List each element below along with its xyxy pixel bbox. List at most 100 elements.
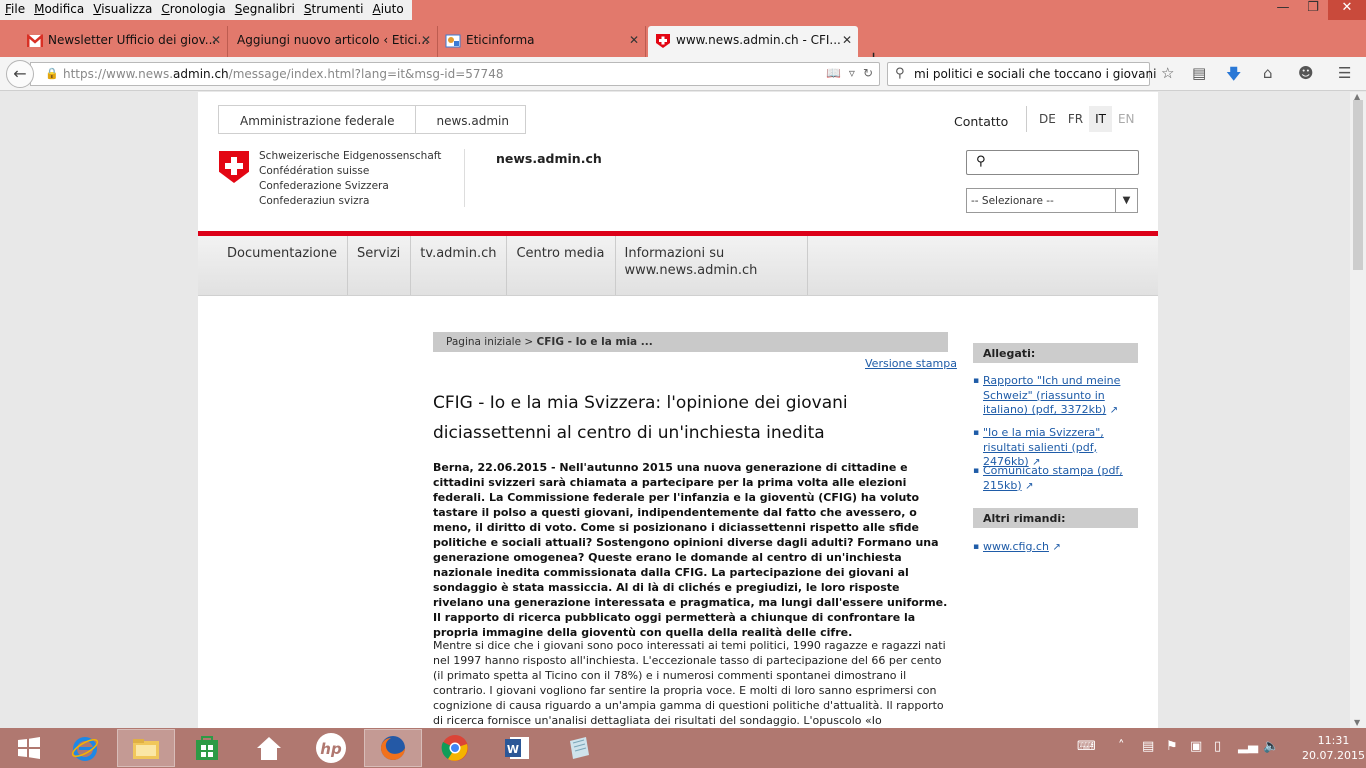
swiss-cross-icon — [656, 34, 670, 48]
menu-file[interactable]: File — [0, 0, 29, 20]
crumb-federal-admin[interactable]: Amministrazione federale — [219, 106, 416, 133]
cfig-link[interactable]: www.cfig.ch ↗ — [973, 540, 1138, 556]
up-arrow-icon[interactable]: ˄ — [1118, 739, 1125, 754]
external-link-icon: ↗ — [1025, 480, 1034, 492]
menu-bar: File Modifica Visualizza Cronologia Segn… — [0, 0, 1366, 20]
site-search-input[interactable]: ⚲ — [966, 150, 1139, 175]
chrome-icon — [441, 735, 468, 761]
external-link-icon: ↗ — [1052, 542, 1061, 553]
svg-text:hp: hp — [320, 740, 342, 758]
tab-newsletter[interactable]: Newsletter Ufficio dei giov... ✕ — [20, 26, 228, 57]
keyboard-icon[interactable]: ⌨ — [1077, 739, 1096, 754]
article-lead: Berna, 22.06.2015 - Nell'autunno 2015 un… — [433, 461, 948, 639]
lang-it[interactable]: IT — [1089, 106, 1112, 132]
hp-button[interactable]: hp — [302, 729, 360, 767]
external-link-icon: ↗ — [1109, 405, 1119, 416]
internet-explorer-icon — [71, 737, 99, 761]
home-icon[interactable]: ⌂ — [1263, 64, 1273, 82]
top-breadcrumb: Amministrazione federale news.admin — [218, 105, 526, 134]
minimize-icon[interactable]: — — [1268, 0, 1298, 20]
nav-informazioni[interactable]: Informazioni su www.news.admin.ch — [616, 236, 808, 295]
nav-bar: 🔒 https://www.news.admin.ch/message/inde… — [0, 57, 1366, 91]
tab-eticinforma[interactable]: Eticinforma ✕ — [438, 26, 646, 57]
site-select-dropdown[interactable]: -- Selezionare -- ▼ — [966, 188, 1138, 213]
download-icon[interactable]: 🡇 — [1226, 64, 1241, 89]
close-tab-icon[interactable]: ✕ — [629, 33, 639, 47]
close-tab-icon[interactable]: ✕ — [211, 33, 221, 47]
firefox-icon — [381, 736, 405, 760]
attachment-link[interactable]: Rapporto "Ich und meine Schweiz" (riassu… — [973, 374, 1138, 419]
dropdown-arrow-icon[interactable]: ▿ — [849, 66, 855, 80]
network-icon[interactable]: ▤ — [1142, 739, 1154, 754]
lang-fr[interactable]: FR — [1062, 106, 1089, 132]
attachments-heading: Allegati: — [973, 343, 1138, 363]
file-explorer-button[interactable] — [117, 729, 175, 767]
search-bar[interactable]: ⚲ mi politici e sociali che toccano i gi… — [887, 62, 1156, 86]
clock[interactable]: 11:31 20.07.2015 — [1302, 733, 1365, 763]
lang-de[interactable]: DE — [1033, 106, 1062, 132]
bookmark-star-icon[interactable]: ☆ — [1161, 64, 1174, 82]
address-bar[interactable]: 🔒 https://www.news.admin.ch/message/inde… — [30, 62, 880, 86]
back-button[interactable]: ← — [6, 60, 34, 88]
lang-en: EN — [1117, 112, 1135, 126]
menu-aiuto[interactable]: Aiuto — [367, 0, 407, 20]
menu-strumenti[interactable]: Strumenti — [299, 0, 368, 20]
hamburger-menu-icon[interactable]: ☰ — [1338, 64, 1351, 82]
volume-icon[interactable]: 🔈 — [1263, 739, 1279, 754]
menu-visualizza[interactable]: Visualizza — [88, 0, 156, 20]
lock-icon: 🔒 — [45, 67, 59, 80]
clock-time: 11:31 — [1317, 734, 1350, 747]
firefox-button[interactable] — [364, 729, 422, 767]
nav-centro-media[interactable]: Centro media — [507, 236, 616, 295]
scrollbar-thumb[interactable] — [1353, 100, 1363, 270]
app-button[interactable] — [550, 729, 608, 767]
start-button[interactable] — [0, 729, 58, 767]
menu-modifica[interactable]: Modifica — [29, 0, 88, 20]
crumb-home[interactable]: Pagina iniziale — [446, 336, 521, 348]
tab-news-admin[interactable]: www.news.admin.ch - CFI... ✕ — [648, 26, 858, 57]
swiss-coat-of-arms-logo[interactable] — [219, 151, 249, 183]
nav-tv-admin[interactable]: tv.admin.ch — [411, 236, 508, 295]
article-breadcrumb: Pagina iniziale > CFIG - Io e la mia ... — [433, 332, 948, 352]
tab-title: Newsletter Ufficio dei giov... — [48, 33, 217, 47]
maximize-icon[interactable]: ❐ — [1298, 0, 1328, 20]
flag-icon[interactable]: ⚑ — [1166, 739, 1178, 754]
menu-segnalibri[interactable]: Segnalibri — [230, 0, 299, 20]
display-icon[interactable]: ▣ — [1190, 739, 1202, 754]
home-app-button[interactable] — [240, 729, 298, 767]
chrome-button[interactable] — [426, 729, 484, 767]
menu-cronologia[interactable]: Cronologia — [156, 0, 229, 20]
site-icon — [445, 34, 461, 48]
close-icon[interactable]: ✕ — [1328, 0, 1366, 20]
close-tab-icon[interactable]: ✕ — [421, 33, 431, 47]
nav-servizi[interactable]: Servizi — [348, 236, 412, 295]
tab-strip: Newsletter Ufficio dei giov... ✕ Aggiung… — [0, 20, 1366, 69]
store-icon — [196, 736, 218, 760]
contact-link[interactable]: Contatto — [954, 114, 1008, 129]
attachment-link[interactable]: Comunicato stampa (pdf, 215kb) ↗ — [973, 464, 1138, 494]
logo-divider — [464, 149, 465, 207]
page-scrollbar[interactable]: ▲ ▼ — [1350, 92, 1366, 728]
internet-explorer-button[interactable] — [56, 729, 114, 767]
bookmarks-list-icon[interactable]: ▤ — [1192, 64, 1206, 82]
back-arrow-icon: ← — [13, 64, 27, 83]
scroll-down-icon[interactable]: ▼ — [1354, 718, 1360, 727]
battery-icon[interactable]: ▯ — [1214, 739, 1221, 754]
search-icon: ⚲ — [895, 66, 905, 81]
hello-icon[interactable]: ☻ — [1298, 64, 1314, 82]
nav-documentazione[interactable]: Documentazione — [218, 236, 348, 295]
word-button[interactable]: W — [488, 729, 546, 767]
print-version-link[interactable]: Versione stampa — [865, 357, 957, 370]
taskbar: hp W ⌨ ˄ ▤ ⚑ ▣ ▯ ▂▄ 🔈 11:31 20.07.2015 — [0, 728, 1366, 768]
reload-icon[interactable]: ↻ — [863, 66, 873, 80]
close-tab-icon[interactable]: ✕ — [842, 33, 852, 47]
wifi-signal-icon[interactable]: ▂▄ — [1238, 739, 1258, 754]
article-body: Mentre si dice che i giovani sono poco i… — [433, 639, 946, 727]
folder-icon — [133, 739, 159, 759]
tab-wordpress[interactable]: Aggiungi nuovo articolo ‹ Etici... ✕ — [228, 26, 438, 57]
main-navigation: Documentazione Servizi tv.admin.ch Centr… — [198, 236, 1158, 296]
reader-view-icon[interactable]: 📖 — [826, 66, 841, 80]
store-button[interactable] — [178, 729, 236, 767]
site-name: news.admin.ch — [496, 151, 602, 166]
crumb-news-admin[interactable]: news.admin — [416, 106, 525, 133]
